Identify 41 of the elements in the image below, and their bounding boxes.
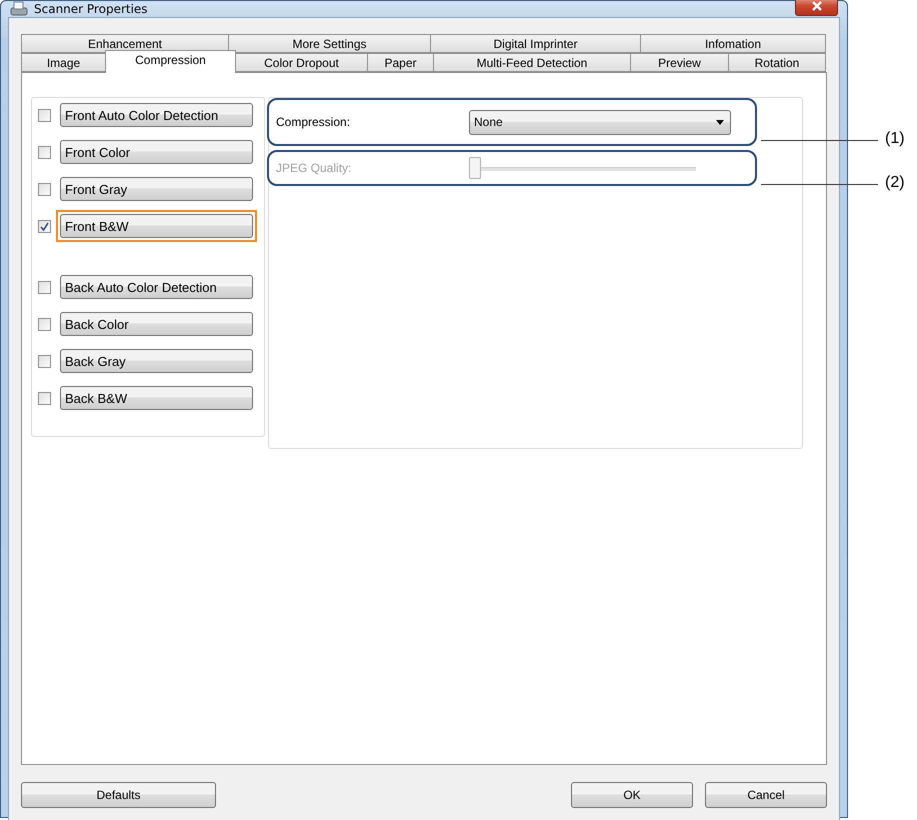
option-button[interactable]: Front Color xyxy=(60,140,253,164)
tab[interactable]: Enhancement xyxy=(21,34,229,53)
tab[interactable]: Infomation xyxy=(640,34,826,53)
callout-label: (1) xyxy=(885,130,905,148)
tab[interactable]: Preview xyxy=(630,53,729,72)
option-button[interactable]: Front B&W xyxy=(60,214,253,238)
option-button[interactable]: Back B&W xyxy=(60,386,253,410)
tab[interactable]: Compression xyxy=(105,50,236,73)
tab[interactable]: Multi-Feed Detection xyxy=(433,53,631,72)
field-label: Compression: xyxy=(276,115,352,129)
option-button[interactable]: Front Gray xyxy=(60,177,253,201)
tab[interactable]: More Settings xyxy=(228,34,431,53)
field-label: JPEG Quality: xyxy=(276,161,352,175)
tab[interactable]: Paper xyxy=(367,53,434,72)
tab[interactable]: Rotation xyxy=(728,53,826,72)
option-button[interactable]: Back Color xyxy=(60,312,253,336)
caret-icon xyxy=(716,120,724,124)
tab[interactable]: Color Dropout xyxy=(235,53,368,72)
ok-button[interactable]: OK xyxy=(571,782,693,808)
callout-label: (2) xyxy=(885,174,905,192)
checkbox[interactable] xyxy=(38,280,51,294)
close-button[interactable] xyxy=(795,0,838,16)
checkbox[interactable] xyxy=(38,220,51,232)
cancel-button[interactable]: Cancel xyxy=(705,782,827,808)
option-button[interactable]: Front Auto Color Detection xyxy=(60,103,253,127)
quality-slider[interactable] xyxy=(469,157,696,179)
window-title: Scanner Properties xyxy=(34,2,149,16)
option-button[interactable]: Back Auto Color Detection xyxy=(60,275,253,299)
defaults-button[interactable]: Defaults xyxy=(21,782,216,808)
checkbox[interactable] xyxy=(38,108,51,122)
close-icon xyxy=(810,1,822,11)
tab[interactable]: Image xyxy=(21,53,106,72)
checkbox[interactable] xyxy=(38,182,51,196)
checkbox[interactable] xyxy=(38,392,51,404)
checkmark-icon xyxy=(40,222,49,230)
tab[interactable]: Digital Imprinter xyxy=(430,34,641,53)
option-button[interactable]: Back Gray xyxy=(60,349,253,373)
checkbox[interactable] xyxy=(38,354,51,368)
checkbox[interactable] xyxy=(38,146,51,158)
compression-dropdown[interactable]: None xyxy=(469,110,731,134)
checkbox[interactable] xyxy=(38,318,51,330)
